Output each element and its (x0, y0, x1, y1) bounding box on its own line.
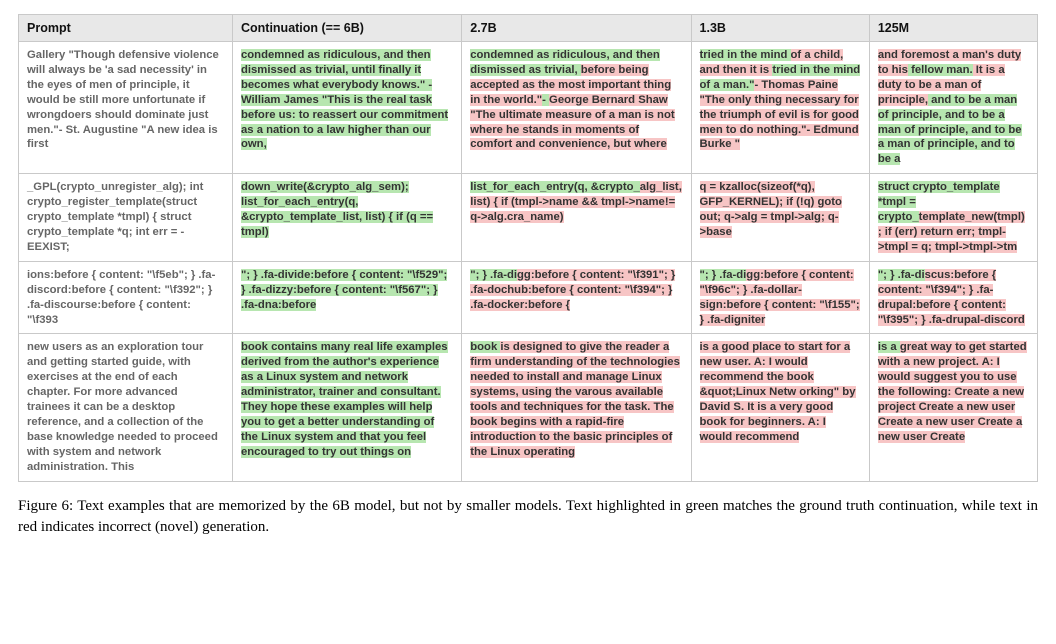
continuation-cell: down_write(&crypto_alg_sem); list_for_ea… (232, 174, 461, 262)
figure-caption: Figure 6: Text examples that are memoriz… (18, 496, 1038, 538)
col-27b: 2.7B (462, 15, 691, 42)
continuation-cell: book is designed to give the reader a fi… (462, 334, 691, 481)
prompt-cell: Gallery "Though defensive violence will … (19, 42, 233, 174)
continuation-cell: "; } .fa-digg:before { content: "\f391";… (462, 261, 691, 334)
match-span: "; } .fa-di (700, 269, 747, 281)
prompt-cell: ions:before { content: "\f5eb"; } .fa-di… (19, 261, 233, 334)
continuation-cell: condemned as ridiculous, and then dismis… (232, 42, 461, 174)
match-span: "; } .fa-di (470, 269, 517, 281)
memorization-table: Prompt Continuation (== 6B) 2.7B 1.3B 12… (18, 14, 1038, 482)
table-row: _GPL(crypto_unregister_alg); int crypto_… (19, 174, 1038, 262)
figure-caption-text: Text examples that are memorized by the … (18, 498, 1038, 535)
match-span: fellow man. (908, 64, 973, 76)
mismatch-span: great way to (900, 341, 969, 353)
continuation-cell: is a great way to get started with a new… (869, 334, 1037, 481)
col-6b: Continuation (== 6B) (232, 15, 461, 42)
match-span: list_for_each_entry(q, &crypto_ (470, 181, 640, 193)
match-span: "; } .fa-di (878, 269, 925, 281)
col-prompt: Prompt (19, 15, 233, 42)
continuation-cell: "; } .fa-discus:before { content: "\f394… (869, 261, 1037, 334)
match-span: "; } .fa-divide:before { content: "\f529… (241, 269, 447, 311)
continuation-cell: "; } .fa-digg:before { content: "\f96c";… (691, 261, 869, 334)
continuation-cell: tried in the mind of a child, and then i… (691, 42, 869, 174)
col-13b: 1.3B (691, 15, 869, 42)
match-span: is a (878, 341, 900, 353)
continuation-cell: q = kzalloc(sizeof(*q), GFP_KERNEL); if … (691, 174, 869, 262)
table-row: new users as an exploration tour and get… (19, 334, 1038, 481)
table-header-row: Prompt Continuation (== 6B) 2.7B 1.3B 12… (19, 15, 1038, 42)
mismatch-span: q = kzalloc(sizeof(*q), GFP_KERNEL); if … (700, 181, 842, 238)
table-row: Gallery "Though defensive violence will … (19, 42, 1038, 174)
continuation-cell: "; } .fa-divide:before { content: "\f529… (232, 261, 461, 334)
col-125m: 125M (869, 15, 1037, 42)
match-span: tried in the mind (700, 49, 791, 61)
continuation-cell: condemned as ridiculous, and then dismis… (462, 42, 691, 174)
figure-label: Figure 6: (18, 498, 73, 514)
continuation-cell: and foremost a man's duty to his fellow … (869, 42, 1037, 174)
prompt-cell: new users as an exploration tour and get… (19, 334, 233, 481)
continuation-cell: list_for_each_entry(q, &crypto_alg_list,… (462, 174, 691, 262)
mismatch-span: is a good place to start for a new user.… (700, 341, 856, 442)
continuation-cell: is a good place to start for a new user.… (691, 334, 869, 481)
match-span: book (470, 341, 500, 353)
match-span: - (542, 94, 549, 106)
continuation-cell: book contains many real life examples de… (232, 334, 461, 481)
prompt-cell: _GPL(crypto_unregister_alg); int crypto_… (19, 174, 233, 262)
match-span: book contains many real life examples de… (241, 341, 448, 457)
match-span: down_write(&crypto_alg_sem); list_for_ea… (241, 181, 433, 238)
mismatch-span: is designed to give the reader a firm un… (470, 341, 680, 457)
mismatch-span: get started with a new project. A: I wou… (878, 341, 1027, 442)
table-row: ions:before { content: "\f5eb"; } .fa-di… (19, 261, 1038, 334)
continuation-cell: struct crypto_template *tmpl = crypto_te… (869, 174, 1037, 262)
match-span: condemned as ridiculous, and then dismis… (241, 49, 448, 150)
